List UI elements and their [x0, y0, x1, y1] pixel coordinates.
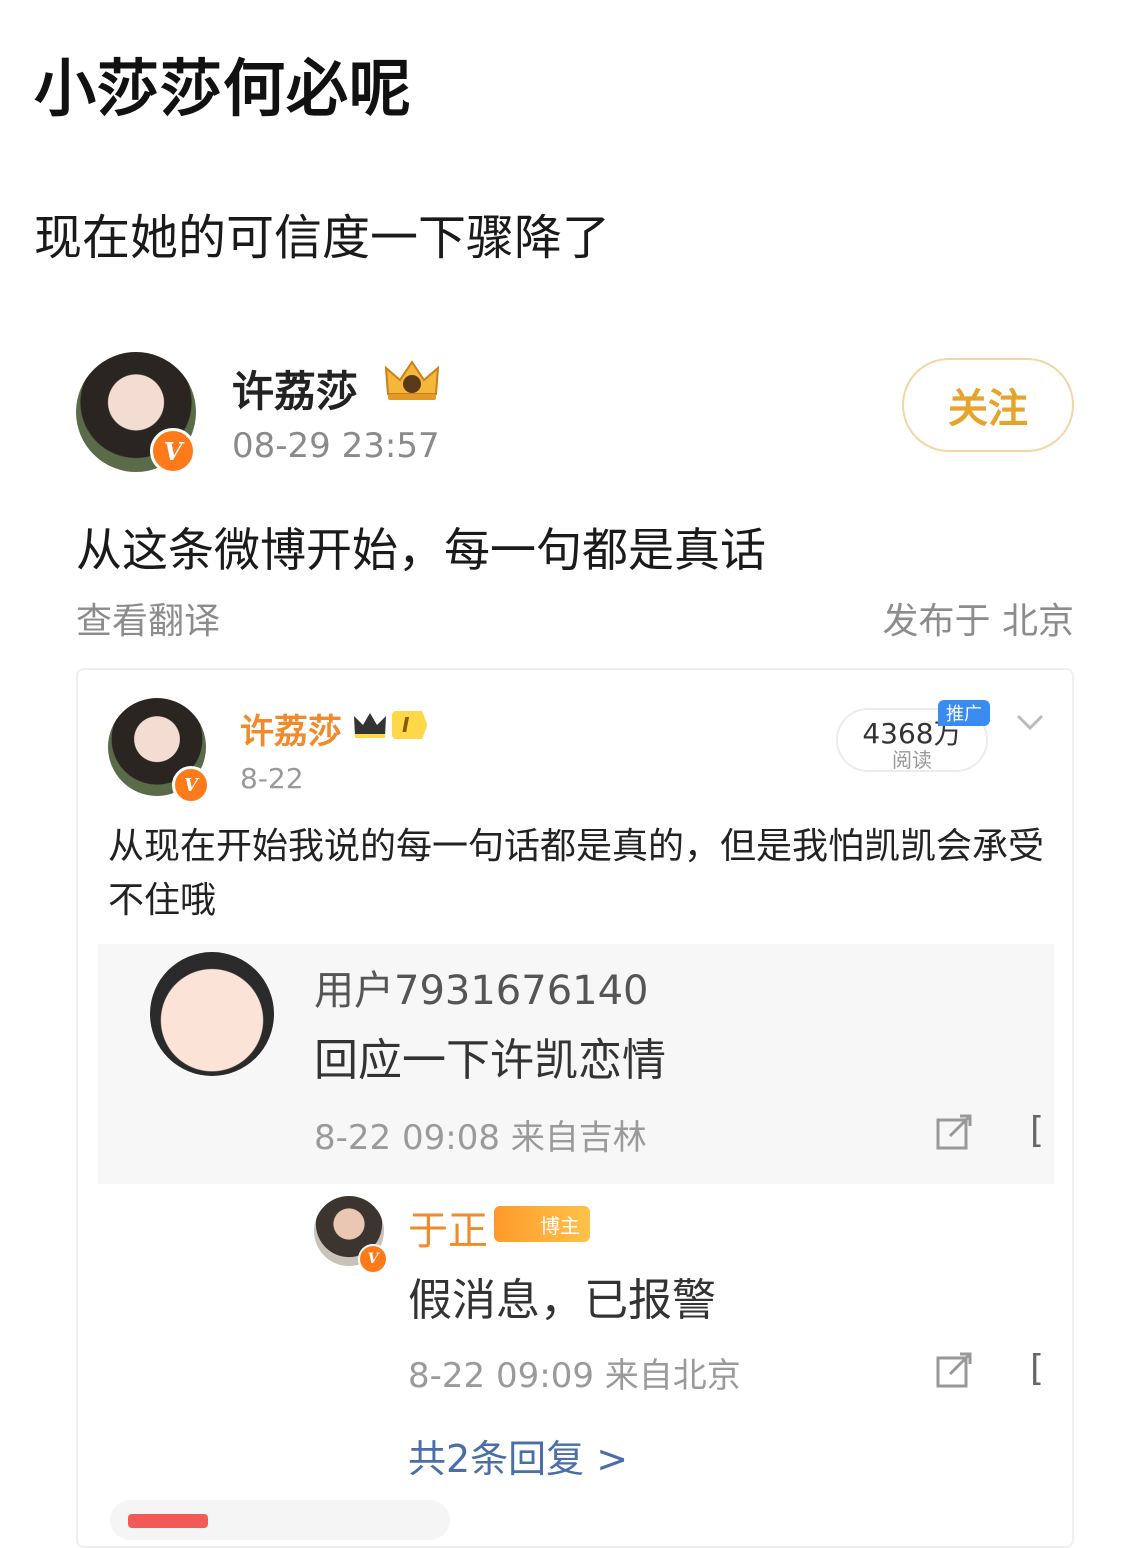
verified-v-icon: V	[358, 1244, 388, 1274]
verified-v-icon: V	[150, 428, 196, 474]
read-label: 阅读	[892, 748, 932, 772]
reply-username: 用户7931676140	[314, 968, 649, 1014]
level-badge: I	[352, 708, 428, 742]
chevron-down-icon	[1016, 714, 1044, 731]
page-subtitle: 现在她的可信度一下骤降了	[34, 210, 611, 266]
cut-off-red-tag	[128, 1514, 208, 1528]
author-name[interactable]: 许荔莎	[232, 358, 358, 419]
bracket-glyph: [	[1030, 1110, 1045, 1151]
translate-link[interactable]: 查看翻译	[76, 592, 220, 644]
level-label: I	[392, 711, 428, 739]
reply-user-avatar	[150, 952, 274, 1076]
reply-text: 假消息，已报警	[408, 1275, 716, 1326]
post-location: 发布于 北京	[882, 601, 1074, 642]
share-out-icon	[936, 1114, 972, 1150]
bracket-glyph: [	[1030, 1348, 1045, 1389]
follow-button[interactable]: 关注	[902, 358, 1074, 452]
promo-badge: 推广	[938, 700, 990, 726]
blogger-badge: 博主	[494, 1206, 590, 1242]
verified-v-icon: V	[172, 766, 210, 804]
crown-icon	[384, 360, 440, 400]
crown-icon	[354, 713, 386, 738]
reply-text: 回应一下许凯恋情	[314, 1035, 666, 1086]
quoted-date: 8-22	[240, 762, 304, 795]
post-text: 从这条微博开始，每一句都是真话	[76, 523, 766, 577]
share-out-icon	[936, 1352, 972, 1388]
reply-meta: 8-22 09:08 来自吉林	[314, 1118, 647, 1158]
reply-username: 于正	[408, 1208, 488, 1254]
page-title: 小莎莎何必呢	[34, 52, 413, 125]
quoted-author-name: 许荔莎	[240, 712, 342, 752]
reply-meta: 8-22 09:09 来自北京	[408, 1356, 741, 1396]
post-time: 08-29 23:57	[232, 426, 440, 466]
quoted-post-text: 从现在开始我说的每一句话都是真的，但是我怕凯凯会承受不住哦	[108, 826, 1045, 921]
more-replies-link: 共2条回复 >	[408, 1437, 629, 1481]
